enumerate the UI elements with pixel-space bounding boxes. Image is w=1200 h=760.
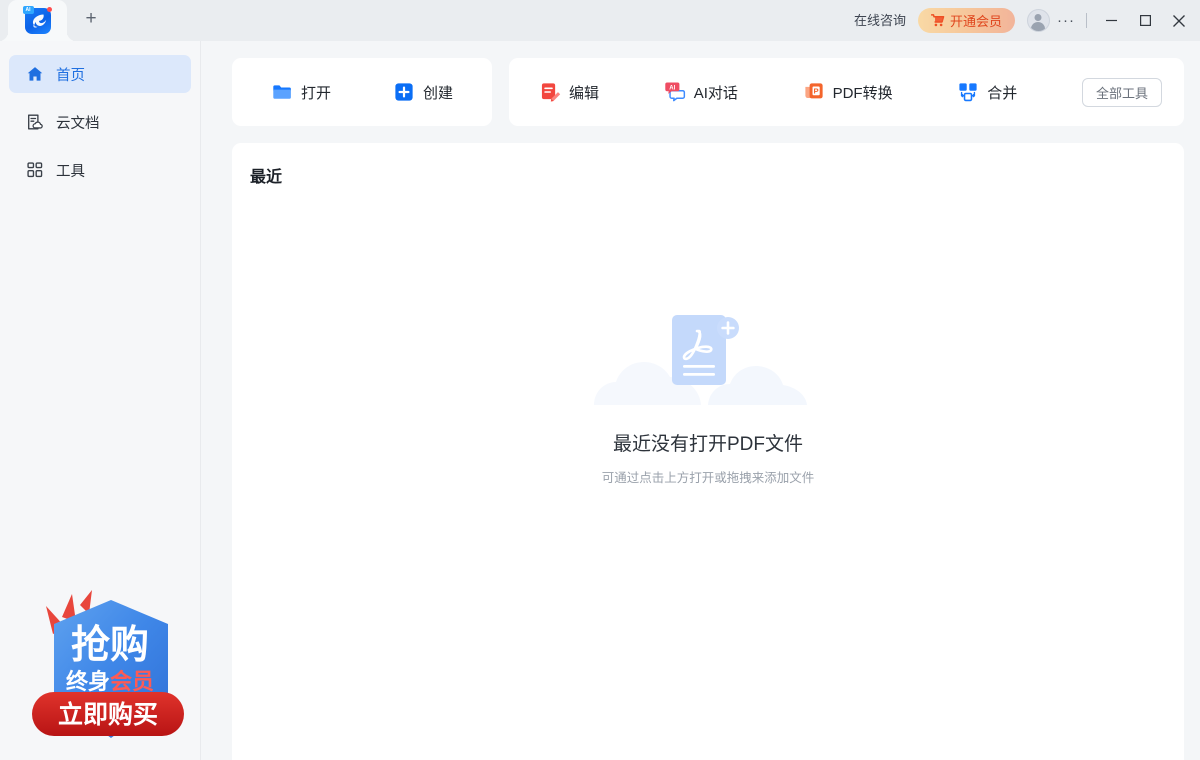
all-tools-button[interactable]: 全部工具 <box>1082 78 1162 107</box>
merge-button[interactable]: 合并 <box>957 81 1017 103</box>
open-button-label: 打开 <box>301 82 331 103</box>
close-icon <box>1172 14 1186 28</box>
sidebar-item-home[interactable]: 首页 <box>9 55 191 93</box>
promo-line2: 终身会员 <box>66 669 154 695</box>
avatar <box>1027 9 1050 32</box>
sidebar-item-cloud-docs[interactable]: 云文档 <box>9 103 191 141</box>
recent-empty-subtitle: 可通过点击上方打开或拖拽来添加文件 <box>602 467 815 486</box>
grid-tools-icon <box>26 161 44 179</box>
create-button[interactable]: 创建 <box>393 81 453 103</box>
upgrade-vip-label: 开通会员 <box>950 11 1002 30</box>
more-options-button[interactable]: ··· <box>1053 6 1079 36</box>
divider <box>1086 13 1087 28</box>
close-button[interactable] <box>1162 0 1196 41</box>
promo-line1: 抢购 <box>71 623 149 668</box>
notification-dot-icon <box>47 7 52 12</box>
body-row: 首页 云文档 工具 <box>0 41 1200 760</box>
create-button-label: 创建 <box>423 82 453 103</box>
svg-text:P: P <box>813 86 818 95</box>
maximize-button[interactable] <box>1128 0 1162 41</box>
maximize-icon <box>1139 14 1152 27</box>
minimize-icon <box>1105 14 1118 27</box>
online-consult-link[interactable]: 在线咨询 <box>842 0 918 41</box>
user-avatar-button[interactable] <box>1023 6 1053 36</box>
edit-doc-icon <box>539 81 561 103</box>
ai-badge-label: AI <box>23 6 34 14</box>
merge-button-label: 合并 <box>987 82 1017 103</box>
pdf-convert-button-label: PDF转换 <box>833 82 893 103</box>
pdf-convert-icon: P <box>803 81 825 103</box>
pdf-convert-button[interactable]: P PDF转换 <box>803 81 893 103</box>
folder-open-icon <box>271 81 293 103</box>
title-bar: AI + 在线咨询 开通会员 ··· <box>0 0 1200 41</box>
cloud-doc-icon <box>26 113 44 131</box>
open-create-card: 打开 创建 <box>232 58 492 126</box>
open-button[interactable]: 打开 <box>271 81 331 103</box>
sidebar-item-home-label: 首页 <box>56 64 85 85</box>
application-window: AI + 在线咨询 开通会员 ··· <box>0 0 1200 760</box>
edit-button-label: 编辑 <box>569 82 599 103</box>
pdf-add-document-icon <box>588 309 828 409</box>
sidebar-item-cloud-docs-label: 云文档 <box>56 112 100 133</box>
cart-icon <box>931 14 945 27</box>
ai-chat-icon: AI <box>664 81 686 103</box>
recent-files-panel: 最近 <box>232 143 1184 760</box>
sidebar: 首页 云文档 工具 <box>0 41 201 760</box>
title-bar-drag-area <box>115 0 842 41</box>
plus-square-icon <box>393 81 415 103</box>
edit-button[interactable]: 编辑 <box>539 81 599 103</box>
recent-title: 最近 <box>250 163 282 187</box>
ai-chat-button[interactable]: AI AI对话 <box>664 81 738 103</box>
app-logo-icon: AI <box>25 8 51 34</box>
merge-icon <box>957 81 979 103</box>
svg-text:AI: AI <box>669 85 675 91</box>
main-content: 打开 创建 <box>201 41 1200 760</box>
tab-home[interactable]: AI <box>8 0 67 41</box>
tools-card: 编辑 AI AI对话 <box>509 58 1184 126</box>
tab-strip: AI + <box>0 0 115 41</box>
promo-badge-illustration: 抢购 终身会员 立即购买 <box>26 586 186 752</box>
toolbar-row: 打开 创建 <box>232 58 1184 126</box>
promo-cta-label: 立即购买 <box>58 700 158 729</box>
home-icon <box>26 65 44 83</box>
title-bar-actions: 在线咨询 开通会员 ··· <box>842 0 1200 41</box>
upgrade-vip-button[interactable]: 开通会员 <box>918 8 1015 33</box>
recent-empty-title: 最近没有打开PDF文件 <box>613 429 803 456</box>
minimize-button[interactable] <box>1094 0 1128 41</box>
sidebar-item-tools-label: 工具 <box>56 160 85 181</box>
recent-empty-state: 最近没有打开PDF文件 可通过点击上方打开或拖拽来添加文件 <box>232 309 1184 486</box>
promo-badge[interactable]: 抢购 终身会员 立即购买 <box>26 586 186 752</box>
ai-chat-button-label: AI对话 <box>694 82 738 103</box>
sidebar-item-tools[interactable]: 工具 <box>9 151 191 189</box>
